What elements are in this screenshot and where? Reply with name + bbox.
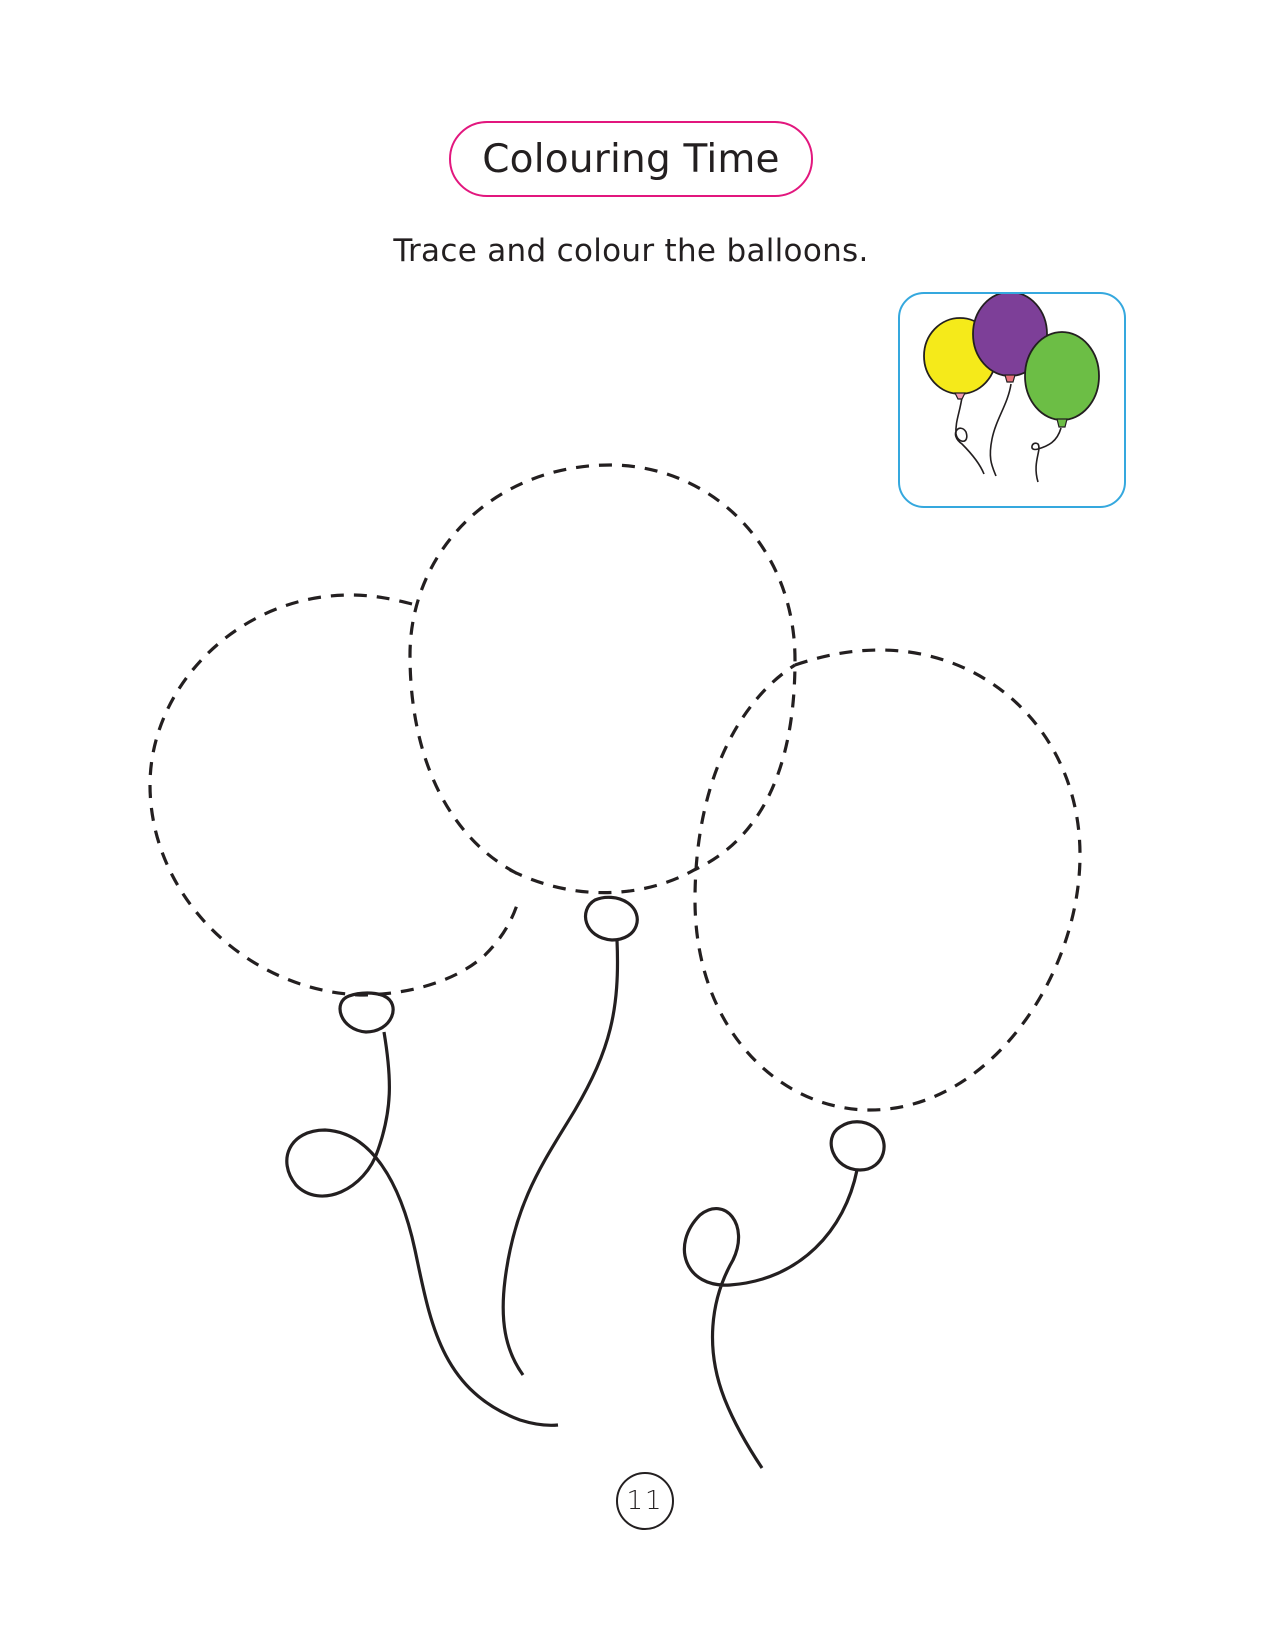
balloon-string-right — [682, 1169, 859, 1469]
balloon-knot-right — [829, 1120, 886, 1172]
balloon-string-middle — [501, 939, 620, 1376]
tracing-area — [148, 463, 1082, 1469]
balloon-outline-left — [148, 593, 559, 1427]
balloon-knot-left — [338, 991, 395, 1034]
page-number: 11 — [616, 1472, 674, 1530]
balloon-outline-middle-dashes — [408, 463, 797, 895]
balloon-knot-middle — [584, 895, 639, 942]
balloon-outline-right — [682, 648, 1082, 1469]
balloon-outline-right-dashes — [693, 648, 1082, 1112]
balloon-outline-left-dashes — [148, 593, 519, 997]
page-number-text: 11 — [626, 1486, 664, 1516]
